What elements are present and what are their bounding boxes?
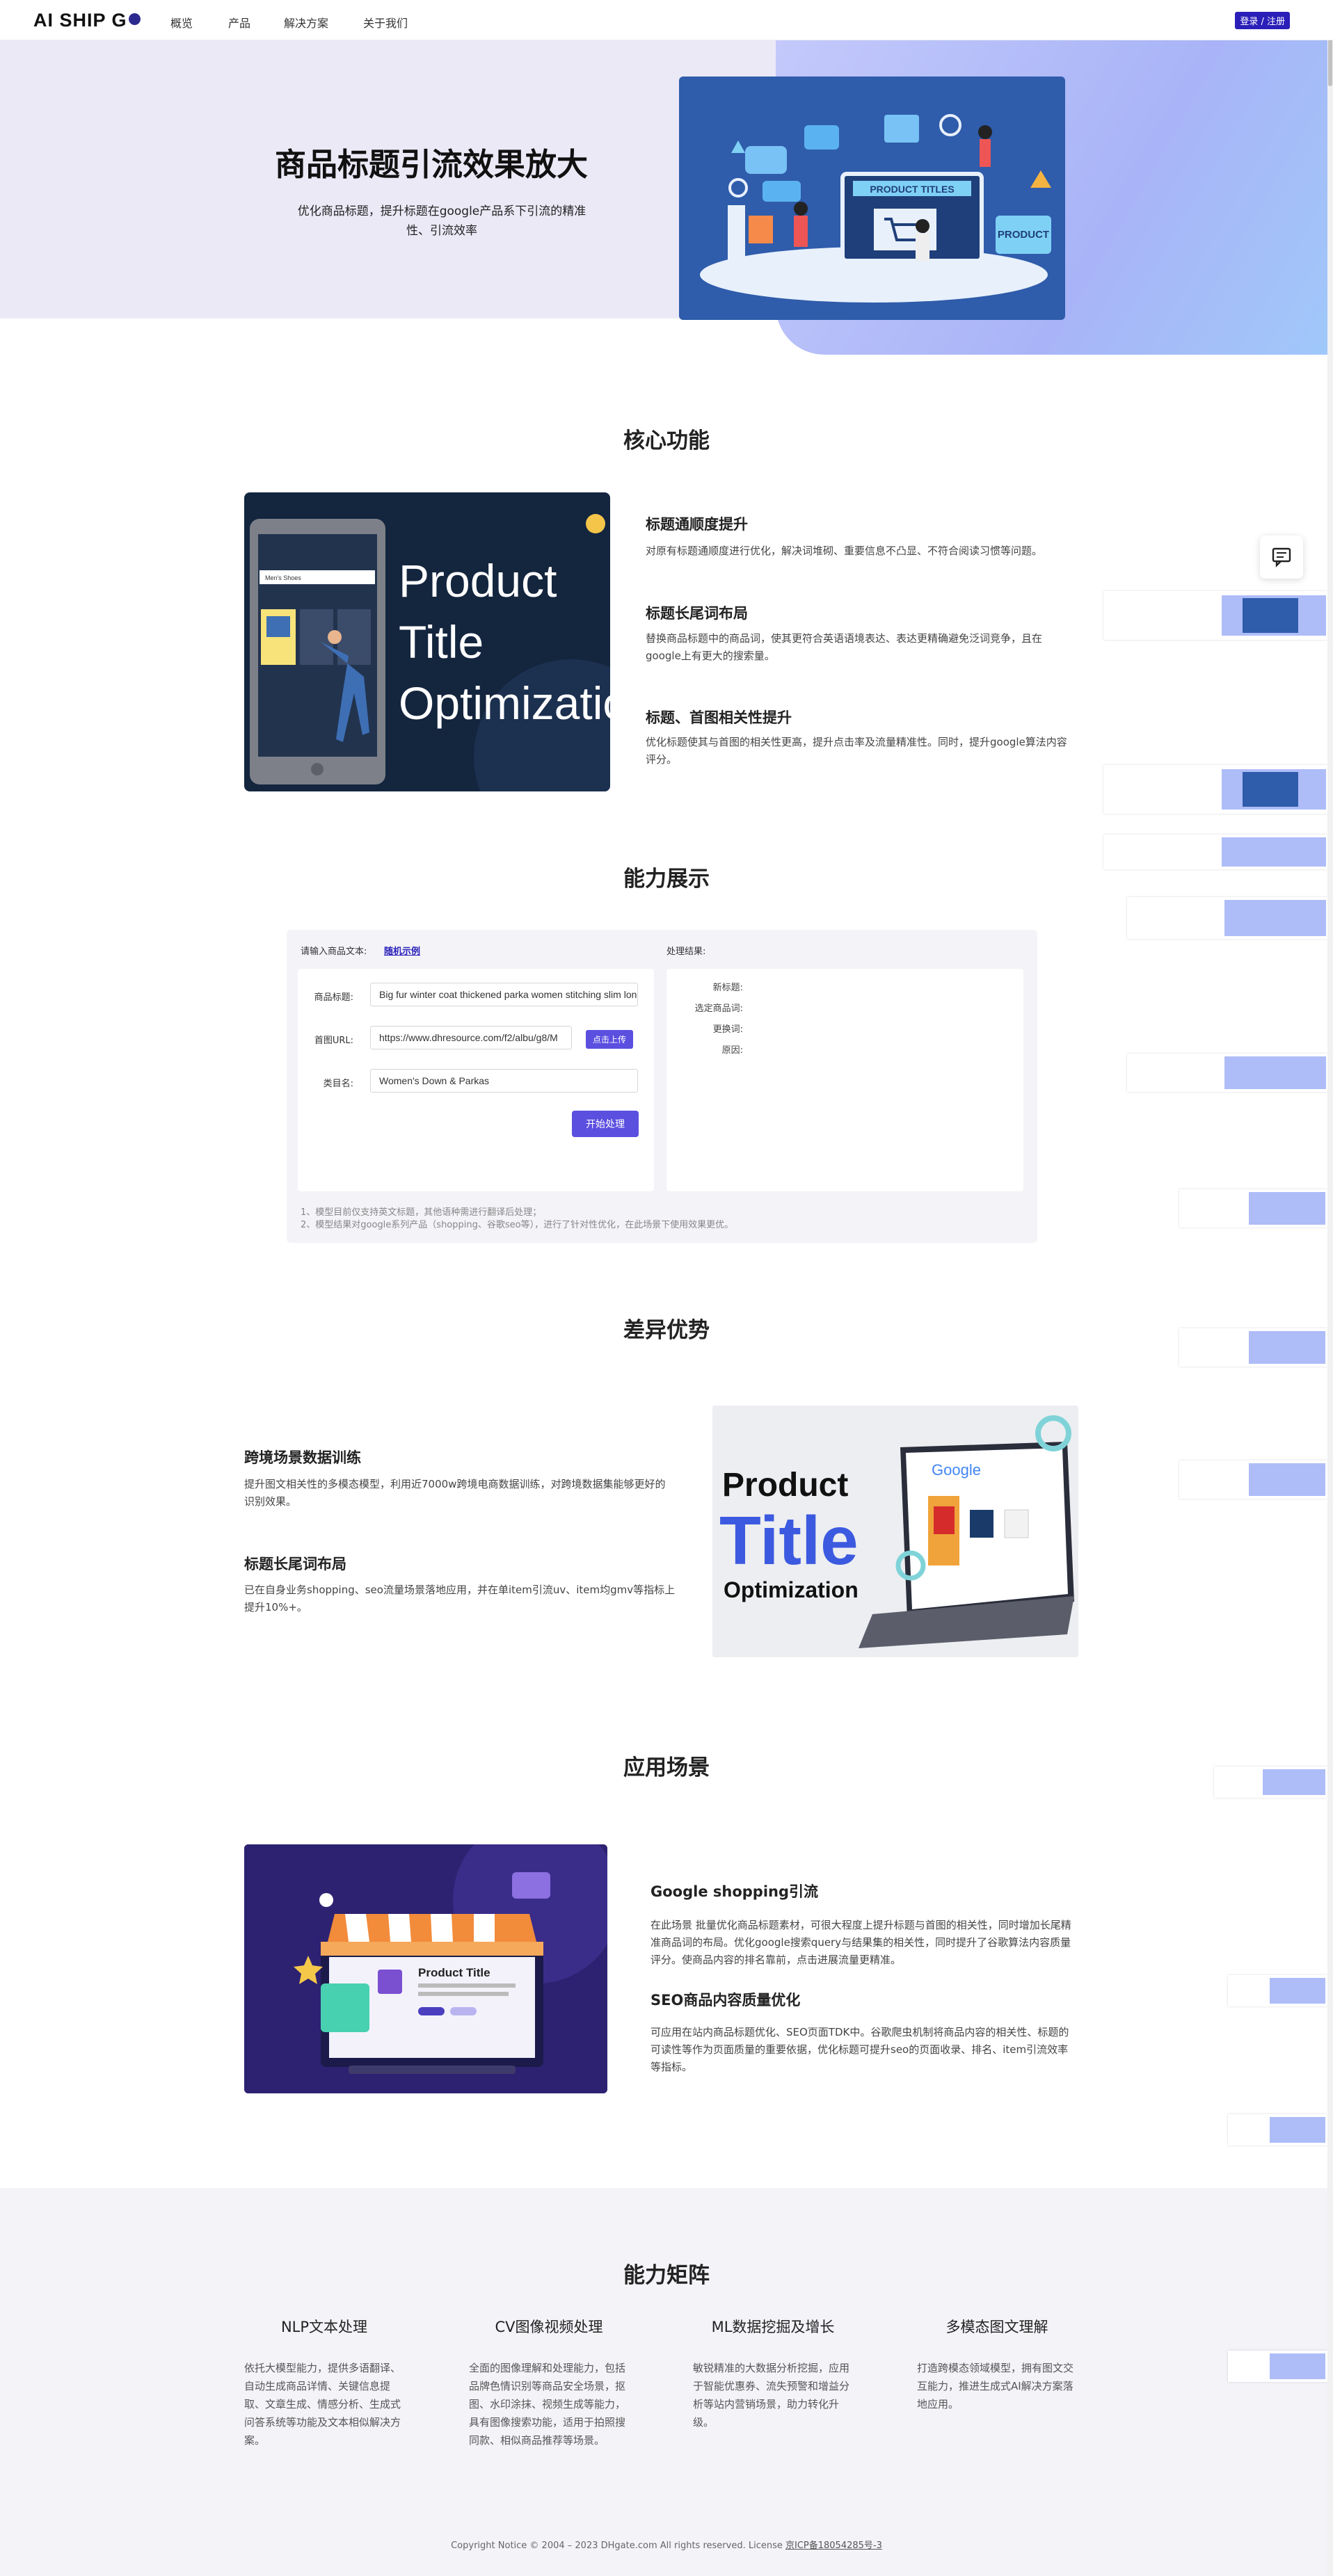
scene-feature-2-title: SEO商品内容质量优化: [650, 1992, 801, 2009]
nav-item-products[interactable]: 产品: [228, 14, 250, 31]
footer-copyright: Copyright Notice © 2004 – 2023 DHgate.co…: [451, 2541, 785, 2551]
nav-item-overview[interactable]: 概览: [170, 14, 193, 31]
svg-text:Product: Product: [722, 1467, 848, 1504]
demo-panel: 请输入商品文本: 随机示例 处理结果: 商品标题: Big fur winter…: [287, 930, 1037, 1243]
svg-text:Product Title: Product Title: [418, 1966, 490, 1979]
field-label-title: 商品标题:: [314, 992, 353, 1003]
core-feature-3-title: 标题、首图相关性提升: [646, 709, 792, 726]
svg-text:PRODUCT TITLES: PRODUCT TITLES: [870, 184, 954, 195]
demo-result-label: 处理结果:: [666, 947, 706, 957]
svg-text:Men's Shoes: Men's Shoes: [265, 574, 301, 581]
svg-text:PRODUCT: PRODUCT: [998, 229, 1049, 241]
result-new-title-label: 新标题:: [712, 983, 743, 993]
field-label-category: 类目名:: [323, 1079, 353, 1089]
page-thumbnail: [1214, 1766, 1327, 1798]
upload-button[interactable]: 点击上传: [586, 1030, 634, 1049]
result-replace-word-label: 更换词:: [712, 1024, 743, 1035]
category-input[interactable]: Women's Down & Parkas: [370, 1069, 638, 1093]
matrix-item-4-title: 多模态图文理解: [945, 2319, 1048, 2335]
advantage-feature-2-desc: 已在自身业务shopping、seo流量场景落地应用，并在单item引流uv、i…: [244, 1584, 676, 1613]
svg-text:Product: Product: [399, 555, 557, 606]
page-thumbnail: [1228, 2114, 1327, 2146]
core-feature-3-desc: 优化标题使其与首图的相关性更高，提升点击率及流量精准性。同时，提升google算…: [646, 736, 1067, 766]
demo-input-label: 请输入商品文本:: [301, 947, 367, 957]
core-feature-1-title: 标题通顺度提升: [646, 516, 748, 533]
chat-icon: [1272, 547, 1291, 567]
matrix-section-title: 能力矩阵: [623, 2263, 710, 2288]
footer-icp-link[interactable]: 京ICP备18054285号-3: [785, 2541, 882, 2551]
product-title-input[interactable]: Big fur winter coat thickened parka wome…: [370, 983, 638, 1006]
page-thumbnail: [1103, 591, 1327, 640]
matrix-item-3-title: ML数据挖掘及增长: [711, 2319, 835, 2335]
page-thumbnail: [1228, 2351, 1327, 2382]
matrix-item-4-desc: 打造跨模态领域模型，拥有图文交互能力，推进生成式AI解决方案落地应用。: [917, 2362, 1074, 2410]
page-thumbnail: [1103, 765, 1327, 814]
footer: Copyright Notice © 2004 – 2023 DHgate.co…: [0, 2538, 1333, 2551]
page-thumbnail: [1179, 1460, 1327, 1499]
hero-title: 商品标题引流效果放大: [275, 146, 589, 183]
core-feature-2-title: 标题长尾词布局: [646, 605, 748, 622]
advantage-section-title: 差异优势: [623, 1318, 710, 1343]
advantage-feature-1-desc: 提升图文相关性的多模态模型，利用近7000w跨境电商数据训练，对跨境数据集能够更…: [244, 1478, 666, 1508]
matrix-item-2-desc: 全面的图像理解和处理能力，包括品牌色情识别等商品安全场景，抠图、水印涂抹、视频生…: [469, 2362, 626, 2447]
page-thumbnail: [1179, 1189, 1327, 1227]
matrix-section: [0, 2188, 1333, 2576]
matrix-item-2-title: CV图像视频处理: [495, 2319, 603, 2335]
core-illustration: Men's Shoes Product Title Optimization: [244, 492, 610, 791]
svg-text:Google: Google: [932, 1461, 981, 1479]
svg-text:Optimization: Optimization: [399, 677, 610, 729]
scene-section-title: 应用场景: [623, 1755, 710, 1780]
core-section-title: 核心功能: [623, 428, 710, 453]
matrix-item-3-desc: 敏锐精准的大数据分析挖掘，应用于智能优惠券、流失预警和增益分析等站内营销场景，助…: [693, 2362, 850, 2429]
scrollbar-track[interactable]: [1327, 0, 1333, 2576]
logo[interactable]: AI SHIP G: [33, 10, 141, 31]
result-selected-word-label: 选定商品词:: [694, 1004, 743, 1014]
result-reason-label: 原因:: [721, 1045, 743, 1056]
svg-text:Title: Title: [399, 616, 484, 668]
core-feature-2-desc: 替换商品标题中的商品词，使其更符合英语语境表达、表达更精确避免泛词竞争，且在go…: [646, 632, 1043, 662]
matrix-item-1-desc: 依托大模型能力，提供多语翻译、自动生成商品详情、关键信息提取、文章生成、情感分析…: [244, 2362, 401, 2447]
page-thumbnail: [1103, 835, 1327, 869]
login-register-button[interactable]: 登录 / 注册: [1235, 12, 1290, 29]
core-feature-1-desc: 对原有标题通顺度进行优化，解决词堆砌、重要信息不凸显、不符合阅读习惯等问题。: [646, 545, 1043, 557]
demo-note-2: 2、模型结果对google系列产品（shopping、谷歌seo等），进行了针对…: [301, 1220, 734, 1230]
scene-feature-1-title: Google shopping引流: [650, 1883, 818, 1900]
advantage-feature-2-title: 标题长尾词布局: [244, 1556, 346, 1572]
page-thumbnail: [1228, 1975, 1327, 2006]
scene-feature-2-desc: 可应用在站内商品标题优化、SEO页面TDK中。谷歌爬虫机制将商品内容的相关性、标…: [650, 2026, 1069, 2073]
scene-illustration: Product Title: [244, 1844, 607, 2093]
nav-item-solutions[interactable]: 解决方案: [284, 14, 328, 31]
advantage-illustration: Product Title Optimization Google: [712, 1406, 1078, 1657]
page-thumbnail: [1179, 1328, 1327, 1367]
hero-illustration: PRODUCT TITLES PRODUCT: [679, 77, 1065, 320]
page-thumbnail: [1127, 1054, 1327, 1092]
svg-text:Title: Title: [719, 1502, 859, 1579]
demo-result-card: 新标题: 选定商品词: 更换词: 原因:: [666, 969, 1023, 1191]
logo-o-mark: [128, 13, 141, 25]
start-process-button[interactable]: 开始处理: [572, 1111, 639, 1137]
demo-input-card: 商品标题: Big fur winter coat thickened park…: [298, 969, 654, 1191]
nav-item-about[interactable]: 关于我们: [363, 14, 408, 31]
advantage-feature-1-title: 跨境场景数据训练: [244, 1449, 361, 1466]
field-label-url: 首图URL:: [314, 1036, 353, 1046]
page-thumbnail: [1127, 897, 1327, 939]
svg-text:Optimization: Optimization: [724, 1577, 859, 1602]
hero-subtitle: 优化商品标题，提升标题在google产品系下引流的精准性、引流效率: [297, 204, 586, 238]
top-nav: AI SHIP G 概览 产品 解决方案 关于我们 登录 / 注册: [0, 0, 1333, 40]
image-url-input[interactable]: https://www.dhresource.com/f2/albu/g8/M: [370, 1026, 572, 1049]
demo-note-1: 1、模型目前仅支持英文标题，其他语种需进行翻译后处理；: [301, 1207, 542, 1218]
random-example-link[interactable]: 随机示例: [384, 944, 420, 957]
matrix-item-1-title: NLP文本处理: [280, 2319, 368, 2335]
scene-feature-1-desc: 在此场景 批量优化商品标题素材，可很大程度上提升标题与首图的相关性，同时增加长尾…: [650, 1919, 1071, 1966]
chat-float-button[interactable]: [1260, 536, 1303, 579]
